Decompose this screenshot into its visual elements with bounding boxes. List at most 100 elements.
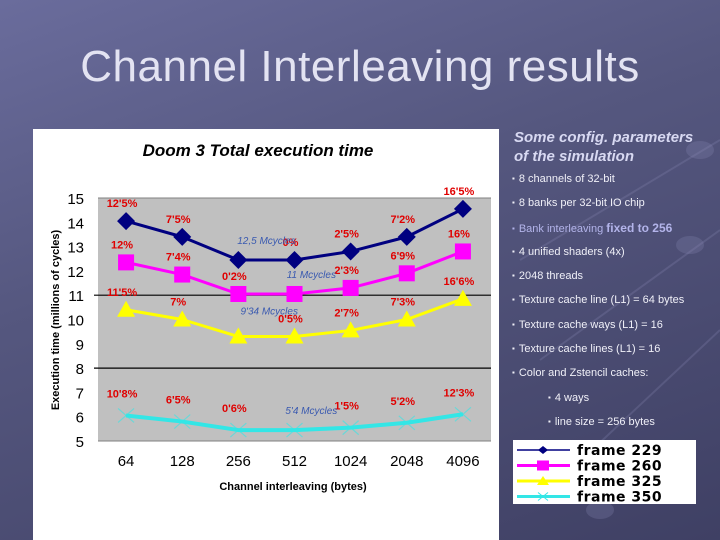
config-bullet-item: ▪ line size = 256 bytes [512,415,720,439]
percent-label: 2'3% [334,265,359,277]
config-bullet-item: ▪ 8 channels of 32-bit [512,172,720,196]
bullet-text: Texture cache line (L1) = 64 bytes [518,294,685,307]
x-tick-label: 256 [226,453,251,470]
mcycles-annotation: 5'4 Mcycles [285,406,337,417]
percent-label: 2'5% [334,228,359,240]
percent-label: 1'5% [334,401,359,413]
bullet-text: 8 channels of 32-bit [518,173,615,185]
y-tick-label: 11 [68,288,84,305]
bullet-text: 4 unified shaders (4x) [518,245,625,258]
y-tick-label: 7 [76,385,84,402]
percent-label: 6'5% [166,395,191,407]
bullet-icon: ▪ [548,416,551,426]
x-tick-label: 64 [118,453,135,470]
legend-item: frame 260 [517,459,662,475]
percent-label: 16% [448,228,470,240]
percent-label: 11'5% [107,287,137,299]
line-chart: Doom 3 Total execution time 5 6 7 8 9 10 11 12 13… [50,141,491,493]
data-point-marker [118,254,135,271]
chart-legend: frame 229 frame 260 frame 325 frame 350 [513,440,696,504]
legend-label: frame 229 [577,443,662,459]
x-tick-label: 512 [282,453,307,470]
percent-label: 5'2% [390,396,415,408]
bullet-icon: ▪ [512,174,515,183]
bullet-text: Texture cache lines (L1) = 16 [518,343,661,356]
config-bullet-item: ▪ Texture cache line (L1) = 64 bytes [512,293,720,317]
x-tick-label: 4096 [446,453,479,470]
legend-marker-icon [537,460,549,471]
y-axis-label: Execution time (millions of cycles) [50,230,62,411]
x-tick-label: 1024 [334,453,367,470]
config-bullet-item: ▪ Color and Zstencil caches: [512,366,720,390]
sidebar-title: Some config. parameters of the simulatio… [514,128,719,166]
legend-item: frame 325 [517,474,662,490]
data-point-marker [286,285,303,302]
config-bullet-item: ▪ 4 unified shaders (4x) [512,245,720,269]
percent-label: 12'5% [107,198,138,210]
legend-marker-icon [538,446,548,454]
bullet-text: 4 ways [554,391,590,404]
legend-item: frame 229 [517,443,662,459]
y-tick-label: 15 [67,191,84,208]
y-tick-label: 14 [67,215,84,232]
bullet-icon: ▪ [512,246,515,256]
config-bullet-item: ▪ 2048 threads [512,269,720,293]
percent-label: 12% [111,239,133,251]
percent-label: 7% [170,297,186,309]
bullet-text: Texture cache ways (L1) = 16 [518,318,663,331]
config-bullet-item: ▪ Texture cache lines (L1) = 16 [512,342,720,366]
data-point-marker [398,265,415,282]
y-tick-label: 10 [67,313,84,330]
config-bullet-item: ▪ 8 banks per 32-bit IO chip [512,196,720,220]
y-tick-label: 6 [76,410,84,427]
percent-label: 10'8% [107,388,138,400]
percent-label: 0'2% [222,271,247,283]
percent-label: 7'3% [390,297,415,309]
percent-label: 16'5% [444,186,475,198]
x-axis-label: Channel interleaving (bytes) [219,481,367,493]
y-tick-label: 8 [76,361,84,378]
percent-label: 7'5% [166,214,191,226]
mcycles-annotation: 11 Mcycles [287,270,336,281]
bullet-icon: ▪ [512,344,515,354]
bullet-text: 8 banks per 32-bit IO chip [518,197,645,210]
percent-label: 2'7% [334,307,359,319]
y-tick-label: 13 [67,240,84,257]
bullet-icon: ▪ [512,198,515,208]
percent-label: 12'3% [444,387,475,399]
bullet-bold-text: fixed to 256 [606,220,673,235]
config-bullet-item: ▪ 4 ways [512,391,720,415]
bullet-icon: ▪ [512,271,515,281]
legend-svg: frame 229frame 260frame 325frame 350 [517,443,662,504]
bullet-text: 2048 threads [518,270,584,283]
data-point-marker [230,285,247,302]
config-parameter-list: ▪ 8 channels of 32-bit ▪ 8 banks per 32-bit… [512,172,720,464]
x-tick-label: 2048 [390,453,423,470]
data-point-marker [174,266,191,283]
mcycles-annotation: 12,5 Mcycles [237,236,295,247]
mcycles-annotation: 9'34 Mcycles [240,307,298,318]
sidebar-title-line-2: of the simulation [514,148,634,165]
config-bullet-item: ▪ Texture cache ways (L1) = 16 [512,318,720,342]
config-bullet-item: ▪ Bank interleaving fixed to 256 [512,221,720,245]
percent-label: 16'6% [444,276,475,288]
percent-label: 7'4% [166,252,191,264]
bullet-icon: ▪ [512,319,515,329]
x-tick-label: 128 [170,453,195,470]
chart-container: Doom 3 Total execution time 5 6 7 8 9 10 11 12 13… [33,129,499,540]
y-tick-label: 12 [67,264,84,281]
slide-title: Channel Interleaving results [80,42,640,91]
bullet-icon: ▪ [512,295,515,305]
bullet-text: line size = 256 bytes [554,415,655,428]
y-tick-label: 5 [76,434,84,451]
legend-label: frame 260 [577,459,662,475]
legend-label: frame 325 [577,474,662,490]
bullet-text: Bank interleaving [518,222,607,235]
data-point-marker [454,243,471,260]
percent-label: 0'6% [222,403,247,415]
bullet-icon: ▪ [512,368,515,378]
legend-item: frame 350 [517,490,662,504]
percent-label: 6'9% [390,250,415,262]
chart-title: Doom 3 Total execution time [143,141,374,160]
bullet-text: Color and Zstencil caches: [518,367,649,380]
